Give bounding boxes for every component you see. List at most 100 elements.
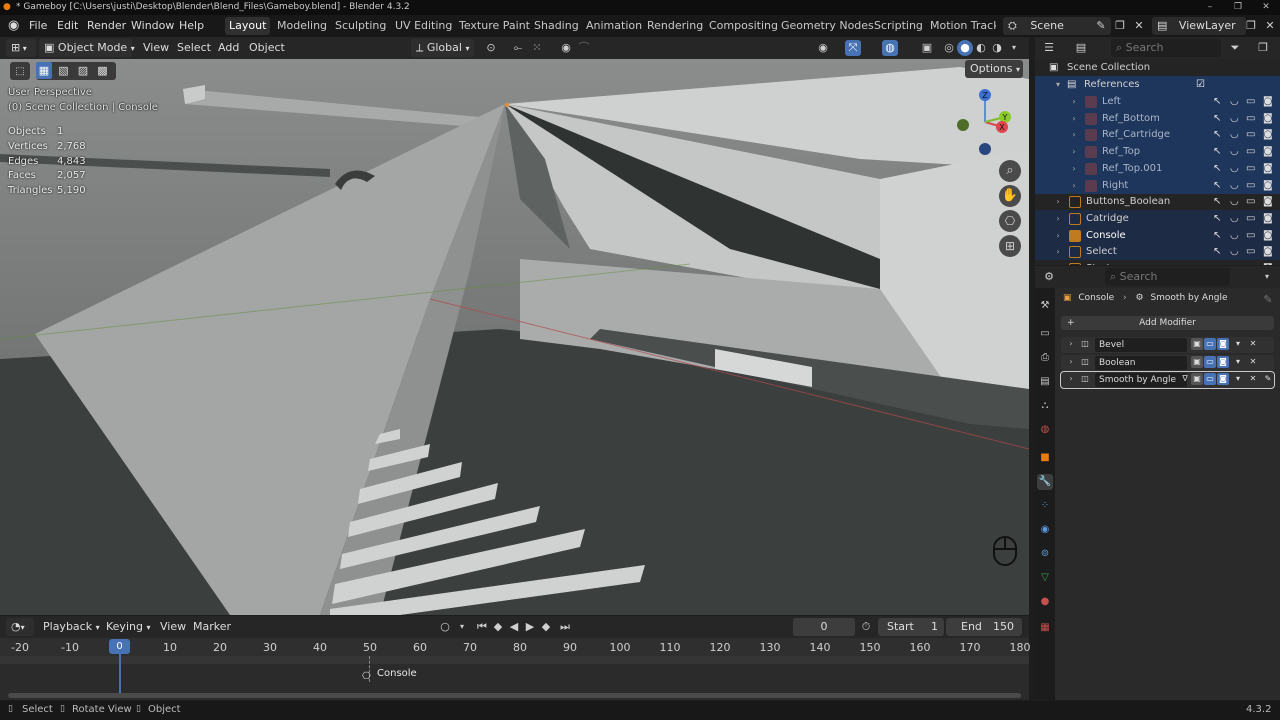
outliner-search[interactable]: ⌕ Search [1111,39,1221,57]
zoom-icon[interactable]: ⌕ [999,160,1021,182]
render-camera-icon[interactable]: ◙ [1263,210,1273,227]
restrict-select-icon[interactable]: ↖ [1213,210,1221,227]
expand-arrow-icon[interactable]: › [1053,227,1063,244]
outliner-item[interactable]: › Ref_Top ↖ ◡ ▭ ◙ [1035,143,1280,161]
maximize-button[interactable]: ❐ [1224,0,1252,15]
restrict-select-icon[interactable]: ↖ [1213,143,1221,160]
constraints-tab-icon[interactable]: ⊚ [1037,546,1053,562]
remove-modifier-icon[interactable]: ✕ [1247,356,1259,368]
data-tab-icon[interactable]: ▽ [1037,570,1053,586]
restrict-select-icon[interactable]: ↖ [1213,160,1221,177]
viewport-display-icon[interactable]: ▭ [1246,160,1255,177]
play-icon[interactable]: ▶ [522,619,538,635]
properties-search[interactable]: ⌕ Search [1105,268,1230,286]
transform-orientation-selector[interactable]: ⟂ Global ▾ [411,39,474,57]
prev-keyframe-icon[interactable]: ◆ [490,619,506,635]
restrict-select-icon[interactable]: ↖ [1213,243,1221,260]
expand-arrow-icon[interactable]: › [1053,260,1063,265]
blender-logo-icon[interactable]: ◉ [8,15,19,37]
render-camera-icon[interactable]: ◙ [1263,160,1273,177]
timeline-editor-button[interactable]: ◔▾ [6,618,34,636]
modifier-panel[interactable]: › ◫ Bevel ▣ ▭ ◙ ▾ ✕ [1061,337,1274,353]
snap-target-icon[interactable]: ⁙ [529,40,545,56]
new-scene-icon[interactable]: ❐ [1112,18,1128,34]
restrict-select-icon[interactable]: ↖ [1213,93,1221,110]
dropdown-arrow-icon[interactable]: ▾ [1232,356,1244,368]
play-reverse-icon[interactable]: ◀ [506,619,522,635]
viewport-display-icon[interactable]: ▭ [1246,227,1255,244]
render-toggle-icon[interactable]: ◙ [1217,338,1229,350]
marker-menu[interactable]: Marker [193,618,231,636]
menu-edit[interactable]: Edit [57,15,78,37]
properties-editor-icon[interactable]: ⚙ [1041,269,1057,285]
outliner-item[interactable]: › Ref_Bottom ↖ ◡ ▭ ◙ [1035,109,1280,127]
start-frame-field[interactable]: Start 1 [878,618,944,636]
snap-icon[interactable]: ⟜ [510,40,526,56]
modifier-panel[interactable]: › ◫ Boolean ▣ ▭ ◙ ▾ ✕ [1061,354,1274,371]
horizontal-scrollbar[interactable] [8,693,1021,698]
pin-icon[interactable]: ✎ [1093,18,1109,34]
proportional-edit-icon[interactable]: ◉ [558,40,574,56]
modifier-tab-icon[interactable]: 🔧 [1037,474,1053,490]
overlay-toggle-icon[interactable]: ◍ [882,40,898,56]
outliner-collection-references[interactable]: ▾ ▤ References ☑ [1035,76,1280,93]
visibility-eye-icon[interactable]: ◡ [1230,143,1239,160]
render-camera-icon[interactable]: ◙ [1263,126,1273,143]
material-tab-icon[interactable]: ● [1037,594,1053,610]
dropdown-arrow-icon[interactable]: ▾ [1232,373,1244,385]
object-tab-icon[interactable]: ■ [1037,450,1053,466]
viewport-display-icon[interactable]: ▭ [1246,177,1255,194]
expand-arrow-icon[interactable]: › [1065,373,1077,385]
mode-selector[interactable]: ▣ Object Mode ▾ [39,39,135,57]
viewport-toggle-icon[interactable]: ▭ [1204,355,1216,368]
tab-sculpting[interactable]: Sculpting [331,17,390,35]
solid-shading-icon[interactable]: ● [957,40,973,56]
expand-arrow-icon[interactable]: › [1069,110,1079,127]
render-camera-icon[interactable]: ◙ [1263,193,1273,210]
view-menu[interactable]: View [143,39,169,57]
viewport-display-icon[interactable]: ▭ [1246,193,1255,210]
edit-mode-toggle-icon[interactable]: ▣ [1191,338,1203,350]
outliner-item[interactable]: › Ref_Top.001 ↖ ◡ ▭ ◙ [1035,159,1280,177]
tab-compositing[interactable]: Compositing [705,17,782,35]
expand-arrow-icon[interactable]: › [1053,210,1063,227]
gizmo-toggle-icon[interactable]: ⤧ [845,40,861,56]
render-camera-icon[interactable]: ◙ [1263,143,1273,160]
render-tab-icon[interactable]: ▭ [1037,326,1053,342]
visibility-eye-icon[interactable]: ◡ [1230,93,1239,110]
pivot-point-icon[interactable]: ⊙ [483,40,499,56]
navigation-gizmo[interactable]: Z Y X [955,87,1015,157]
menu-render[interactable]: Render [87,15,126,37]
render-camera-icon[interactable]: ◙ [1263,243,1273,260]
3d-viewport[interactable]: ⬚ ▦ ▧ ▨ ▩ Options ▾ User Perspective (0)… [0,59,1029,615]
expand-arrow-icon[interactable]: › [1065,356,1077,368]
outliner-editor-icon[interactable]: ☰ [1041,40,1057,56]
editor-type-button[interactable]: ⊞ ▾ [6,39,36,57]
viewport-display-icon[interactable]: ▭ [1246,143,1255,160]
expand-arrow-icon[interactable]: › [1069,126,1079,143]
edit-mode-toggle-icon[interactable]: ▣ [1191,373,1203,385]
visibility-eye-icon[interactable]: ◡ [1230,126,1239,143]
view-layer-selector[interactable]: ▤ ViewLayer [1152,17,1246,35]
viewport-display-icon[interactable]: ▭ [1246,93,1255,110]
viewport-display-icon[interactable]: ▭ [1246,110,1255,127]
remove-modifier-icon[interactable]: ✕ [1247,338,1259,350]
expand-arrow-icon[interactable]: › [1069,177,1079,194]
jump-start-icon[interactable]: ⏮ [474,619,490,635]
camera-view-icon[interactable]: ⎔ [999,210,1021,232]
jump-end-icon[interactable]: ⏭ [557,619,573,635]
delete-scene-icon[interactable]: ✕ [1131,18,1147,34]
add-menu[interactable]: Add [218,39,239,57]
visibility-eye-icon[interactable]: ◡ [1230,260,1239,265]
tab-layout[interactable]: Layout [225,17,271,35]
pin-icon[interactable]: ✎ [1260,292,1276,308]
expand-arrow-icon[interactable]: › [1053,193,1063,210]
expand-arrow-icon[interactable]: ▾ [1053,76,1063,93]
render-camera-icon[interactable]: ◙ [1263,110,1273,127]
particles-tab-icon[interactable]: ⁘ [1037,498,1053,514]
outliner-item[interactable]: › Catridge ↖ ◡ ▭ ◙ [1035,209,1280,227]
viewport-display-icon[interactable]: ▭ [1246,210,1255,227]
expand-arrow-icon[interactable]: › [1069,93,1079,110]
menu-help[interactable]: Help [179,15,204,37]
outliner-item[interactable]: › Left ↖ ◡ ▭ ◙ [1035,93,1280,110]
